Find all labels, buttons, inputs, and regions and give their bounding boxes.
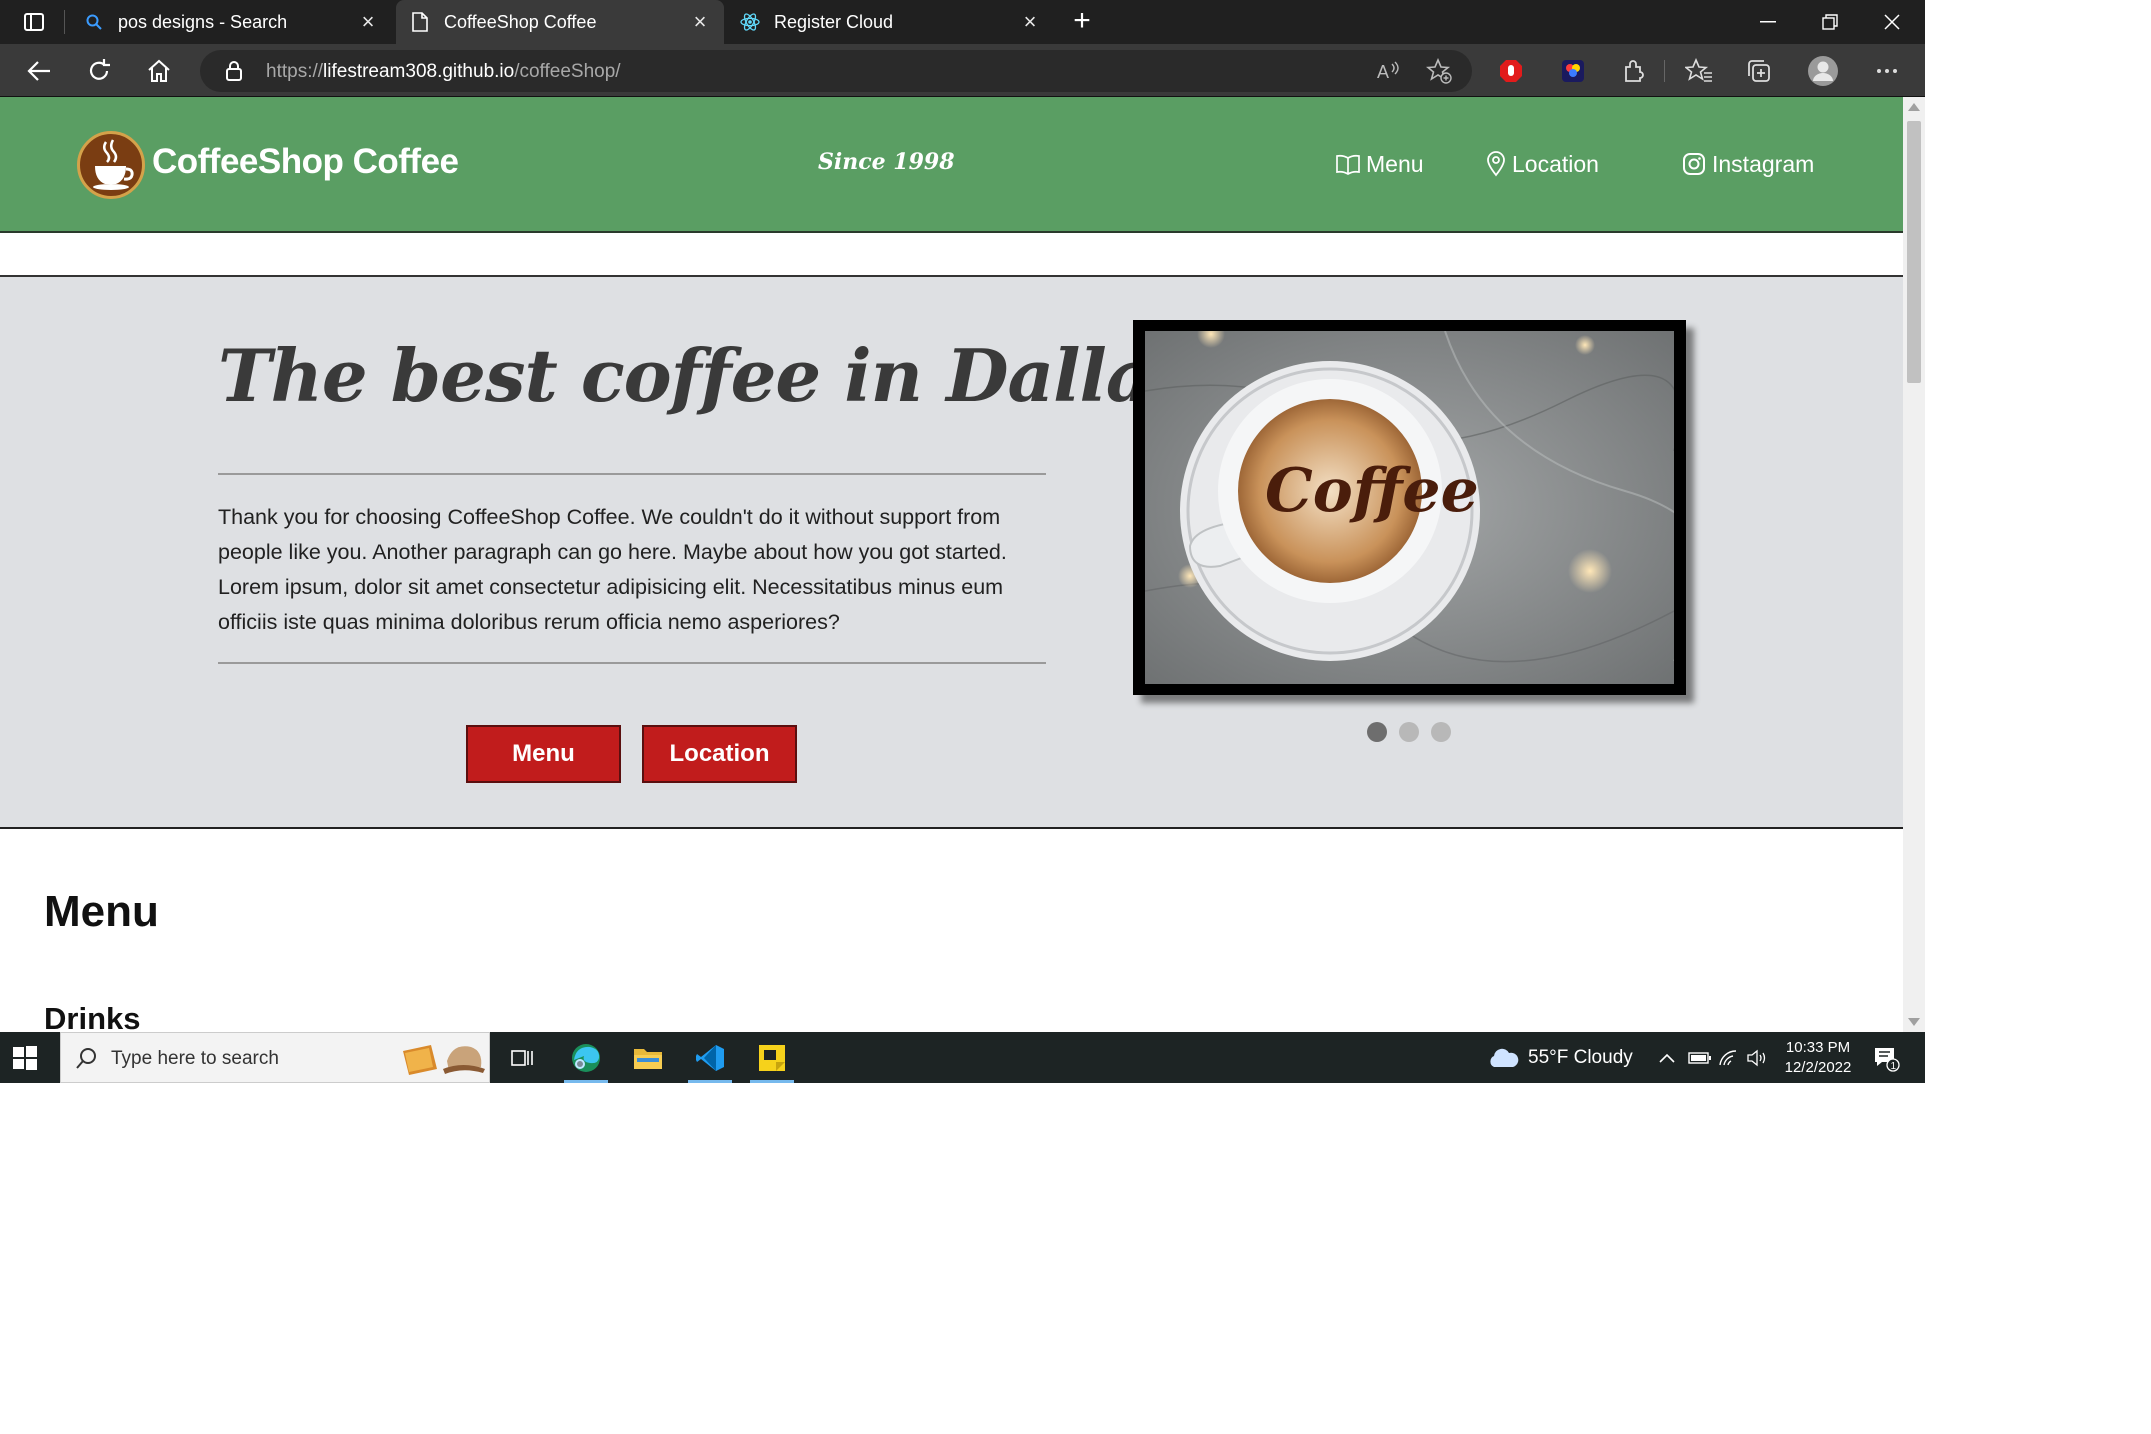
collections-icon[interactable] — [1742, 54, 1776, 88]
drinks-heading: Drinks — [44, 1001, 141, 1032]
web-page: CoffeeShop Coffee Since 1998 Menu Locati… — [0, 97, 1903, 1032]
menu-section-heading: Menu — [44, 887, 159, 936]
toolbar-separator — [1664, 60, 1665, 82]
windows-start-icon[interactable] — [12, 1045, 38, 1071]
search-highlight-icon — [397, 1039, 487, 1083]
nav-label: Location — [1512, 150, 1599, 177]
tab-coffeeshop[interactable]: CoffeeShop Coffee × — [396, 0, 724, 44]
weather-text: 55°F Cloudy — [1528, 1046, 1633, 1068]
scroll-up-icon[interactable] — [1908, 103, 1920, 111]
taskbar-search[interactable]: Type here to search — [60, 1032, 490, 1083]
battery-icon[interactable] — [1688, 1032, 1712, 1083]
restore-icon[interactable] — [1800, 0, 1860, 44]
tab-search[interactable]: pos designs - Search × — [70, 0, 392, 44]
clock-time: 10:33 PM — [1785, 1039, 1851, 1056]
divider — [218, 473, 1046, 475]
carousel-indicators — [1367, 722, 1451, 742]
divider — [218, 662, 1046, 664]
clock-date: 12/2/2022 — [1784, 1059, 1852, 1076]
book-icon — [1336, 154, 1360, 175]
tab-actions-icon[interactable] — [20, 8, 48, 36]
scroll-down-icon[interactable] — [1908, 1018, 1920, 1026]
edge-browser-icon[interactable] — [556, 1032, 616, 1083]
weather-widget[interactable]: 55°F Cloudy — [1486, 1032, 1633, 1083]
latte-art-text: Coffee — [1265, 456, 1479, 526]
carousel-dot[interactable] — [1431, 722, 1451, 742]
more-options-icon[interactable] — [1870, 54, 1904, 88]
url-text: https://lifestream308.github.io/coffeeSh… — [266, 61, 621, 82]
task-view-icon[interactable] — [492, 1032, 552, 1083]
system-clock[interactable]: 10:33 PM 12/2/2022 — [1770, 1038, 1866, 1078]
file-explorer-icon[interactable] — [618, 1032, 678, 1083]
hero-section: The best coffee in Dallas Thank you for … — [0, 277, 1903, 829]
instagram-icon — [1683, 153, 1705, 175]
windows-taskbar: Type here to search 55°F Cloudy 10:33 PM… — [0, 1032, 1925, 1083]
tab-separator — [64, 10, 65, 34]
coffee-cup-photo: Coffee — [1145, 331, 1674, 684]
close-tab-icon[interactable]: × — [1020, 11, 1040, 33]
close-tab-icon[interactable]: × — [358, 11, 378, 33]
nav-label: Menu — [1366, 150, 1424, 177]
tab-title: Register Cloud — [774, 11, 894, 32]
since-tagline: Since 1998 — [818, 149, 955, 175]
wifi-icon[interactable] — [1718, 1032, 1740, 1083]
back-icon[interactable] — [22, 54, 56, 88]
favorites-icon[interactable] — [1682, 54, 1716, 88]
browser-tab-bar: pos designs - Search × CoffeeShop Coffee… — [0, 0, 1925, 44]
volume-icon[interactable] — [1746, 1032, 1768, 1083]
read-aloud-icon[interactable]: A — [1372, 54, 1406, 88]
home-icon[interactable] — [142, 54, 176, 88]
profile-avatar-icon[interactable] — [1806, 54, 1840, 88]
nav-location-link[interactable]: Location — [1486, 149, 1599, 179]
notifications-icon[interactable]: 1 — [1872, 1032, 1900, 1083]
map-pin-icon — [1487, 151, 1505, 177]
tab-register-cloud[interactable]: Register Cloud × — [726, 0, 1054, 44]
hero-title: The best coffee in Dallas — [218, 333, 1192, 418]
sticky-notes-icon[interactable] — [742, 1032, 802, 1083]
location-button[interactable]: Location — [642, 725, 797, 783]
tab-title: CoffeeShop Coffee — [444, 11, 597, 32]
carousel-dot[interactable] — [1399, 722, 1419, 742]
address-bar-row: https://lifestream308.github.io/coffeeSh… — [0, 44, 1925, 97]
menu-button[interactable]: Menu — [466, 725, 621, 783]
close-window-icon[interactable] — [1862, 0, 1922, 44]
show-hidden-icons[interactable] — [1658, 1032, 1676, 1083]
search-icon — [75, 1046, 99, 1075]
nav-label: Instagram — [1712, 150, 1815, 177]
page-icon — [410, 12, 430, 32]
url-field[interactable]: https://lifestream308.github.io/coffeeSh… — [200, 50, 1472, 92]
minimize-icon[interactable] — [1738, 0, 1798, 44]
tab-title: pos designs - Search — [118, 11, 288, 32]
nav-instagram-link[interactable]: Instagram — [1682, 149, 1814, 179]
adblock-extension-icon[interactable] — [1494, 54, 1528, 88]
cloud-icon — [1490, 1048, 1519, 1067]
close-tab-icon[interactable]: × — [690, 11, 710, 33]
page-scrollbar[interactable] — [1903, 97, 1925, 1032]
hero-paragraph: Thank you for choosing CoffeeShop Coffee… — [218, 505, 1007, 634]
header-spacer — [0, 233, 1903, 277]
search-placeholder: Type here to search — [111, 1048, 279, 1069]
lock-icon[interactable] — [222, 59, 246, 83]
color-extension-icon[interactable] — [1556, 54, 1590, 88]
nav-menu-link[interactable]: Menu — [1336, 149, 1424, 179]
notification-count: 1 — [1891, 1061, 1897, 1072]
add-favorite-icon[interactable] — [1422, 54, 1456, 88]
brand-name[interactable]: CoffeeShop Coffee — [152, 142, 459, 182]
carousel-dot[interactable] — [1367, 722, 1387, 742]
react-icon — [740, 12, 760, 32]
svg-text:A: A — [1377, 62, 1389, 82]
carousel[interactable]: Coffee — [1133, 320, 1686, 695]
search-icon — [84, 12, 104, 32]
scroll-thumb[interactable] — [1907, 121, 1921, 383]
coffee-cup-logo-icon[interactable] — [77, 131, 145, 199]
new-tab-icon[interactable]: + — [1066, 6, 1098, 38]
refresh-icon[interactable] — [82, 54, 116, 88]
vscode-icon[interactable] — [680, 1032, 740, 1083]
extensions-icon[interactable] — [1616, 54, 1650, 88]
screen: pos designs - Search × CoffeeShop Coffee… — [0, 0, 1925, 1083]
site-header: CoffeeShop Coffee Since 1998 Menu Locati… — [0, 97, 1903, 233]
